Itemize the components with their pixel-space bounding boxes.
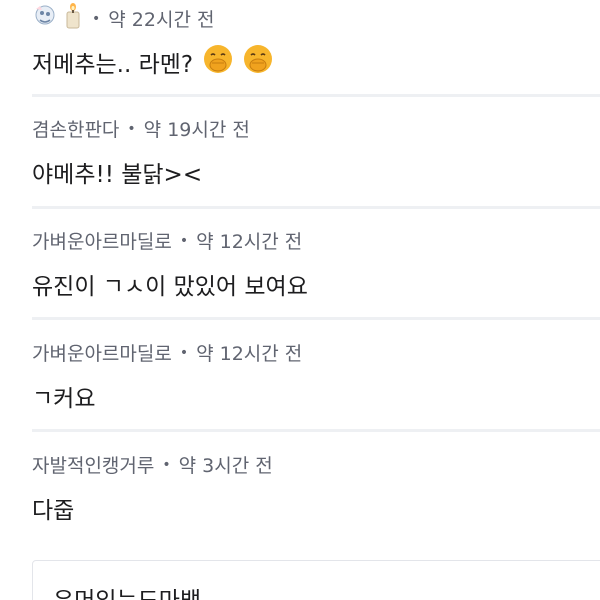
meta-separator: • (179, 344, 189, 361)
comment-meta: 겸손한판다 • 약 19시간 전 (32, 115, 250, 142)
comment-thread: • 약 22시간 전 저메추는.. 라멘? 겸손한판다 • 약 19시간 전 야… (0, 0, 600, 600)
face-with-hand-over-mouth-emoji (203, 44, 233, 80)
comment-author[interactable]: 자발적인캥거루 (32, 451, 154, 478)
face-with-hand-over-mouth-emoji (243, 44, 273, 80)
comment-author[interactable]: 가벼운아르마딜로 (32, 339, 172, 366)
comment-text: 저메추는.. 라멘? (32, 44, 273, 80)
comment-divider (32, 317, 600, 320)
meta-separator: • (92, 10, 101, 27)
meta-separator: • (179, 232, 189, 249)
comment-input-box[interactable]: 유머있는도마뱀 (32, 560, 600, 600)
comment-body: ㄱ커요 (32, 386, 96, 412)
comment-meta: • 약 22시간 전 (32, 2, 214, 35)
comment-body: 야메추!! 불닭>< (32, 162, 203, 188)
comment-body: 유진이 ㄱㅅ이 맜있어 보여요 (32, 274, 308, 300)
comment-meta: 자발적인캥거루 • 약 3시간 전 (32, 451, 273, 478)
author-sticker[interactable] (32, 2, 84, 35)
comment-divider (32, 94, 600, 97)
comment-divider (32, 206, 600, 209)
meta-separator: • (127, 120, 136, 137)
comment-meta: 가벼운아르마딜로 • 약 12시간 전 (32, 227, 302, 254)
comment-time: 약 22시간 전 (108, 9, 215, 31)
comment-time: 약 12시간 전 (196, 343, 303, 365)
comment-time: 약 12시간 전 (196, 231, 303, 253)
comment-body: 저메추는.. 라멘? (32, 52, 194, 78)
comment-time: 약 3시간 전 (178, 455, 273, 477)
comment-meta: 가벼운아르마딜로 • 약 12시간 전 (32, 339, 302, 366)
comment-author[interactable]: 겸손한판다 (32, 115, 119, 142)
comment-author-preview: 유머있는도마뱀 (53, 581, 201, 600)
comment-divider (32, 429, 600, 432)
character-sticker-icon (32, 3, 58, 34)
candle-icon (62, 2, 84, 35)
comment-author[interactable]: 가벼운아르마딜로 (32, 227, 172, 254)
meta-separator: • (162, 456, 171, 473)
comment-time: 약 19시간 전 (143, 119, 250, 141)
comment-body: 다줍 (32, 498, 75, 524)
